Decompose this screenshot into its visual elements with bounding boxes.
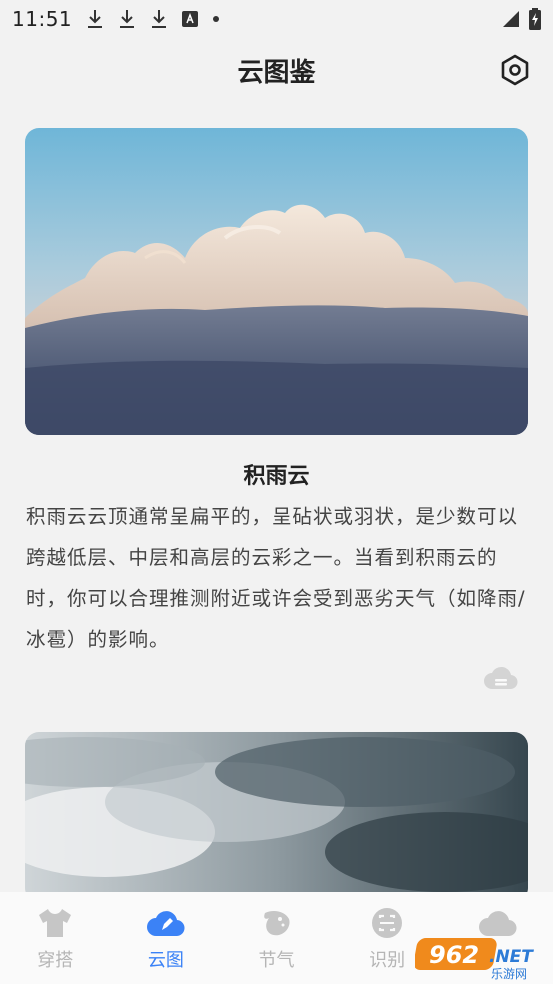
tab-label: 穿搭 (37, 950, 74, 971)
cloud-photo-art (25, 128, 528, 435)
tab-outfit[interactable]: 穿搭 (0, 892, 111, 984)
cloud-photo-second[interactable] (25, 732, 528, 902)
cloud-detail-button[interactable] (484, 665, 518, 691)
tab-label: 识别 (369, 950, 406, 971)
cloud-photo-cumulonimbus[interactable] (25, 128, 528, 435)
tab-label: 节气 (258, 950, 295, 971)
page-title: 云图鉴 (237, 57, 316, 88)
font-a-icon (182, 11, 199, 27)
dot-icon (213, 16, 220, 22)
cloud-icon (484, 666, 518, 690)
status-bar: 11:51 (0, 0, 553, 38)
svg-text:962: 962 (429, 941, 479, 969)
download-icon (152, 10, 167, 28)
tab-solar-terms[interactable]: 节气 (221, 892, 332, 984)
status-time: 11:51 (12, 7, 73, 31)
status-notification-icons (86, 8, 220, 30)
card-description: 积雨云云顶通常呈扁平的，呈砧状或羽状，是少数可以跨越低层、中层和高层的云彩之一。… (26, 505, 526, 651)
download-icon (88, 10, 103, 28)
download-icon (120, 10, 135, 28)
gear-hex-icon (501, 54, 529, 86)
shirt-icon (39, 909, 72, 937)
svg-text:.NET: .NET (489, 947, 534, 967)
cloud-edit-icon (146, 911, 185, 937)
scan-icon (372, 908, 403, 938)
signal-icon (503, 11, 519, 27)
settings-button[interactable] (497, 52, 533, 88)
title-bar: 云图鉴 (0, 38, 553, 102)
svg-text:乐游网: 乐游网 (491, 967, 527, 980)
site-watermark-logo: 962 .NET 乐游网 (413, 932, 549, 981)
battery-charging-icon (529, 8, 541, 30)
card-title: 积雨云 (243, 464, 310, 489)
cloud-photo-art-2 (25, 732, 528, 902)
tab-cloud-atlas[interactable]: 云图 (111, 892, 222, 984)
leaf-icon (264, 911, 290, 936)
tab-label: 云图 (147, 950, 184, 971)
